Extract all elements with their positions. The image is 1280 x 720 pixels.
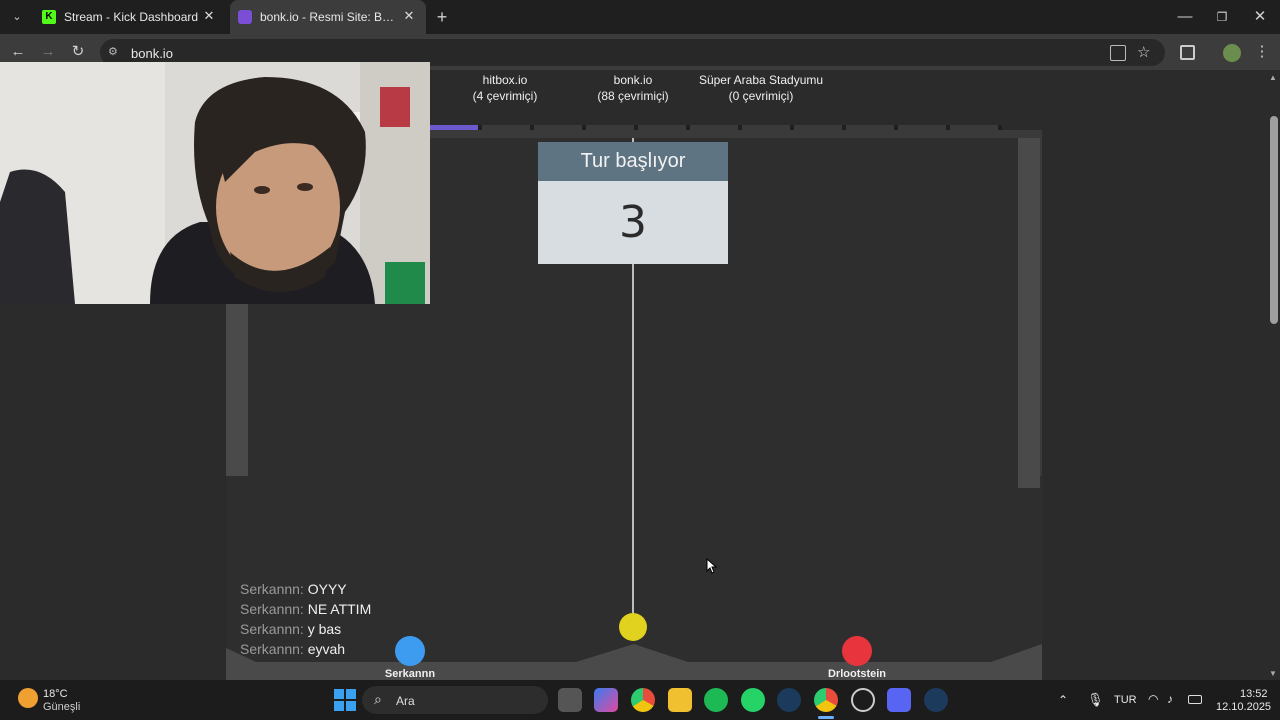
- discord-icon[interactable]: [887, 688, 911, 712]
- chat-line: Serkannn: y bas: [240, 621, 341, 637]
- tab-title: Stream - Kick Dashboard: [64, 10, 199, 24]
- weather-temp[interactable]: 18°C: [43, 688, 68, 700]
- browser-menu-icon[interactable]: ⋮: [1249, 39, 1275, 65]
- close-tab-icon[interactable]: ✕: [402, 9, 416, 23]
- tray-overflow-icon[interactable]: ⌃: [1058, 693, 1068, 707]
- chat-user: Serkannn:: [240, 621, 304, 637]
- ball: [618, 612, 648, 642]
- player-serkannn: [395, 636, 425, 666]
- chrome-icon[interactable]: [631, 688, 655, 712]
- rope: [632, 264, 634, 634]
- ground-shape: [226, 644, 1042, 680]
- weather-desc[interactable]: Güneşli: [43, 701, 80, 713]
- arena-ground: [226, 644, 1042, 680]
- right-wall: [1018, 138, 1040, 488]
- search-placeholder[interactable]: Ara: [396, 694, 415, 708]
- weather-sun-icon[interactable]: [18, 688, 38, 708]
- chat-message: eyvah: [307, 641, 346, 657]
- webcam-feed: [0, 62, 430, 304]
- obs-icon[interactable]: [851, 688, 875, 712]
- new-tab-button[interactable]: +: [429, 4, 455, 30]
- microphone-icon[interactable]: 🎙: [1087, 692, 1104, 708]
- battery-icon[interactable]: [1188, 695, 1202, 704]
- player-name: Serkannn: [384, 668, 436, 680]
- chat-user: Serkannn:: [240, 581, 304, 597]
- player-name: Drlootstein: [827, 668, 887, 680]
- kick-icon: K: [42, 10, 56, 24]
- taskbar-search[interactable]: [362, 686, 548, 714]
- server-name: Süper Araba Stadyumu: [698, 73, 824, 87]
- left-wall: [226, 304, 248, 476]
- restore-button[interactable]: ❐: [1209, 4, 1235, 30]
- wifi-icon[interactable]: ◠: [1148, 692, 1158, 706]
- minimize-button[interactable]: —: [1172, 4, 1198, 30]
- close-window-button[interactable]: ✕: [1247, 4, 1273, 30]
- tab-kick-dashboard[interactable]: K Stream - Kick Dashboard ✕: [34, 0, 226, 34]
- tab-search-chevron-icon[interactable]: ⌄: [4, 4, 30, 30]
- tab-bonk-io[interactable]: bonk.io - Resmi Site: Burada Bo ✕: [230, 0, 426, 34]
- close-tab-icon[interactable]: ✕: [202, 9, 216, 23]
- whatsapp-icon[interactable]: [741, 688, 765, 712]
- chat-line: Serkannn: NE ATTIM: [240, 601, 371, 617]
- chrome-active-icon[interactable]: [814, 688, 838, 712]
- copilot-icon[interactable]: [594, 688, 618, 712]
- scroll-down-icon[interactable]: ▼: [1269, 669, 1277, 678]
- scroll-up-icon[interactable]: ▲: [1269, 73, 1277, 82]
- server-super-araba[interactable]: Süper Araba Stadyumu (0 çevrimiçi): [686, 72, 836, 104]
- chat-user: Serkannn:: [240, 641, 304, 657]
- chat-line: Serkannn: eyvah: [240, 641, 345, 657]
- file-explorer-icon[interactable]: [668, 688, 692, 712]
- webcam-overlay: [0, 62, 430, 304]
- search-icon: ⌕: [374, 691, 382, 707]
- steam-2-icon[interactable]: [924, 688, 948, 712]
- tab-title: bonk.io - Resmi Site: Burada Bo: [260, 10, 400, 24]
- active-app-indicator: [818, 716, 834, 719]
- task-view-icon[interactable]: [558, 688, 582, 712]
- url-text[interactable]: bonk.io: [131, 46, 173, 61]
- countdown-value: 3: [538, 181, 728, 264]
- steam-icon[interactable]: [777, 688, 801, 712]
- site-info-icon[interactable]: ⚙: [108, 46, 120, 58]
- ball-shape: [619, 613, 647, 641]
- bonk-icon: [238, 10, 252, 24]
- extensions-icon[interactable]: [1180, 45, 1195, 60]
- clock-date[interactable]: 12.10.2025: [1216, 701, 1271, 713]
- volume-icon[interactable]: ♪: [1167, 692, 1173, 706]
- chat-message: NE ATTIM: [307, 601, 372, 617]
- translate-icon[interactable]: [1110, 45, 1126, 61]
- browser-tab-strip: ⌄ K Stream - Kick Dashboard ✕ bonk.io - …: [0, 0, 1280, 34]
- player-drlootstein: [842, 636, 872, 666]
- spotify-icon[interactable]: [704, 688, 728, 712]
- chat-user: Serkannn:: [240, 601, 304, 617]
- language-indicator[interactable]: TUR: [1114, 694, 1137, 706]
- round-countdown: Tur başlıyor 3: [538, 142, 728, 264]
- windows-start-icon[interactable]: [334, 689, 356, 711]
- server-status: (0 çevrimiçi): [728, 89, 794, 103]
- bookmark-star-icon[interactable]: ☆: [1137, 43, 1150, 61]
- chat-message: y bas: [307, 621, 342, 637]
- chat-message: OYYY: [307, 581, 347, 597]
- scrollbar-thumb[interactable]: [1270, 116, 1278, 324]
- mouse-cursor-icon: [706, 558, 718, 574]
- profile-avatar[interactable]: [1223, 44, 1241, 62]
- countdown-title: Tur başlıyor: [538, 142, 728, 181]
- chat-line: Serkannn: OYYY: [240, 581, 347, 597]
- clock-time[interactable]: 13:52: [1240, 688, 1268, 700]
